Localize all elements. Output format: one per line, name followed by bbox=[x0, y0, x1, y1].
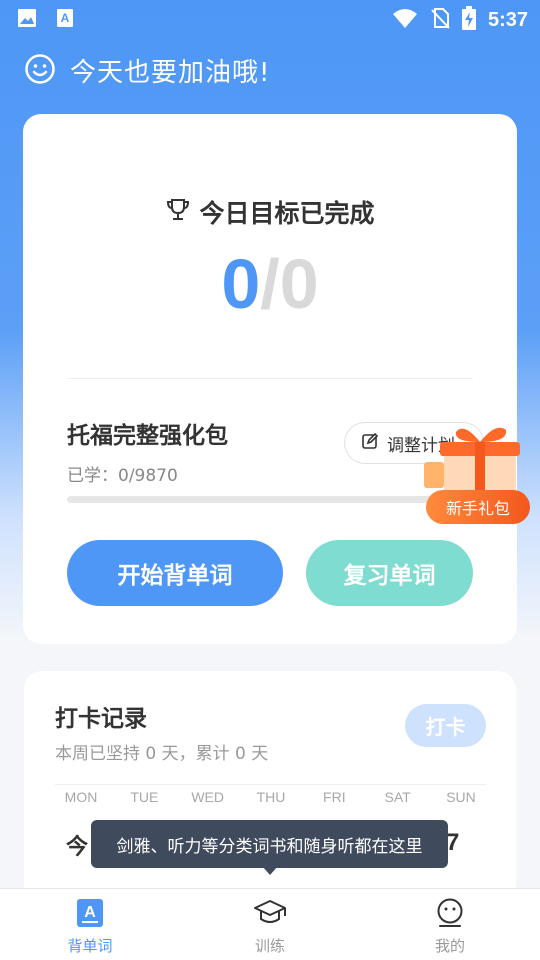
review-words-button[interactable]: 复习单词 bbox=[306, 540, 473, 606]
battery-charging-icon bbox=[461, 6, 476, 34]
wordbook-title: 托福完整强化包 bbox=[67, 423, 228, 449]
tab-mine[interactable]: 我的 bbox=[360, 889, 540, 960]
wifi-icon bbox=[392, 7, 418, 33]
day-date[interactable]: 7 bbox=[446, 829, 459, 857]
tab-training[interactable]: 训练 bbox=[180, 889, 360, 960]
weekday-label: TUE bbox=[130, 789, 159, 805]
bottom-tab-bar: A 背单词 训练 我的 bbox=[0, 888, 540, 960]
no-sim-icon bbox=[430, 7, 450, 33]
weekday-label: WED bbox=[191, 789, 224, 805]
tab-label: 我的 bbox=[434, 937, 465, 955]
checkin-button[interactable]: 打卡 bbox=[405, 704, 486, 747]
weekday-label: MON bbox=[64, 789, 98, 805]
goal-title-row: 今日目标已完成 bbox=[23, 194, 517, 230]
weekday-label: SUN bbox=[446, 789, 476, 805]
status-time: 5:37 bbox=[487, 8, 528, 31]
weekday-label: SAT bbox=[384, 789, 411, 805]
weekday-row: MON TUE WED THU FRI SAT SUN bbox=[51, 789, 491, 805]
app-notification-icon: A bbox=[54, 7, 76, 33]
wordbook-progress-bar bbox=[67, 496, 473, 503]
trophy-icon bbox=[165, 197, 191, 227]
checkin-title: 打卡记录 bbox=[55, 706, 147, 732]
edit-icon bbox=[361, 432, 379, 455]
goal-count: 0/0 bbox=[23, 244, 517, 324]
goal-done-count: 0 bbox=[221, 245, 261, 323]
tab-memorize[interactable]: A 背单词 bbox=[0, 889, 180, 960]
newbie-gift-button[interactable]: 新手礼包 bbox=[424, 422, 534, 526]
image-icon bbox=[16, 7, 38, 33]
status-bar: A 5:37 bbox=[0, 0, 540, 36]
tab-label: 背单词 bbox=[67, 937, 113, 955]
weekday-label: THU bbox=[256, 789, 286, 805]
goal-total-count: 0 bbox=[279, 245, 319, 323]
day-today[interactable]: 今 bbox=[66, 829, 88, 861]
divider bbox=[55, 784, 486, 785]
divider bbox=[67, 378, 473, 379]
graduation-cap-icon bbox=[253, 898, 287, 932]
smiley-icon bbox=[24, 53, 56, 89]
gift-label: 新手礼包 bbox=[426, 490, 530, 524]
profile-icon bbox=[435, 898, 465, 932]
tooltip-arrow bbox=[262, 866, 278, 875]
learned-count: 已学：0/9870 bbox=[67, 466, 178, 486]
header: 今天也要加油哦! bbox=[24, 52, 270, 89]
tab-label: 训练 bbox=[254, 937, 285, 955]
svg-text:A: A bbox=[61, 11, 70, 25]
book-a-icon: A bbox=[76, 898, 104, 932]
weekday-label: FRI bbox=[323, 789, 346, 805]
daily-goal-card: 今日目标已完成 0/0 托福完整强化包 已学：0/9870 调整计划 开始背单词… bbox=[23, 114, 517, 644]
start-memorize-button[interactable]: 开始背单词 bbox=[67, 540, 283, 606]
goal-separator: / bbox=[260, 245, 280, 323]
header-title: 今天也要加油哦! bbox=[70, 58, 271, 88]
onboarding-tooltip: 剑雅、听力等分类词书和随身听都在这里 bbox=[91, 820, 448, 868]
goal-title: 今日目标已完成 bbox=[199, 199, 375, 228]
checkin-streak-text: 本周已坚持 0 天，累计 0 天 bbox=[55, 744, 269, 764]
svg-text:A: A bbox=[84, 904, 96, 921]
